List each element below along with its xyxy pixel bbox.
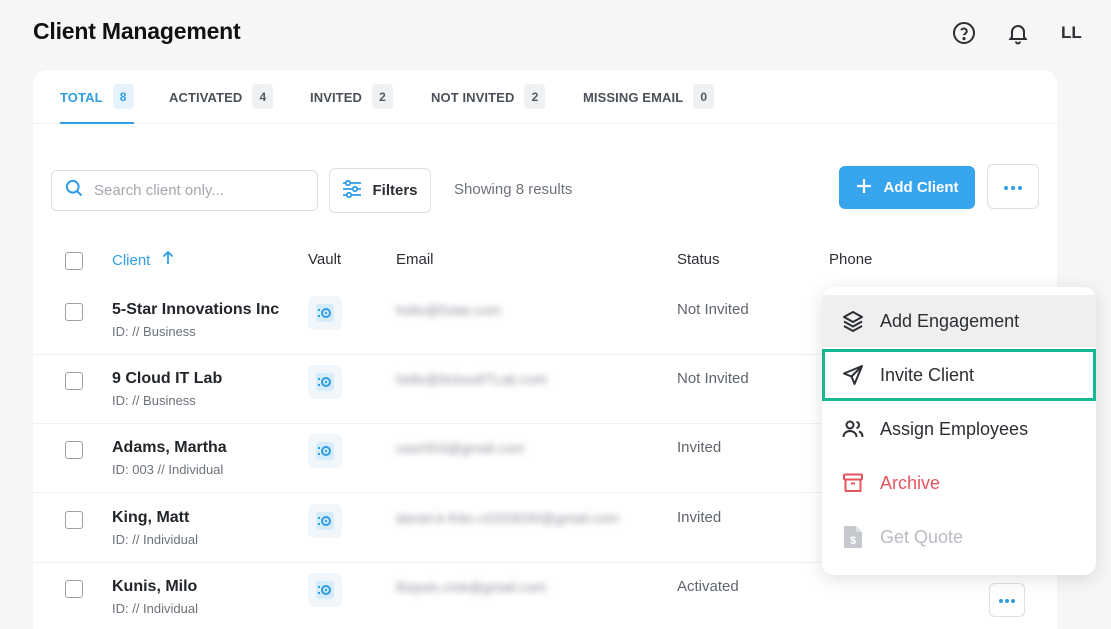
results-count: Showing 8 results bbox=[454, 181, 573, 198]
client-status: Activated bbox=[677, 578, 739, 595]
row-checkbox[interactable] bbox=[65, 372, 83, 390]
column-header-vault[interactable]: Vault bbox=[308, 251, 341, 268]
vault-icon[interactable] bbox=[308, 365, 342, 399]
client-status: Not Invited bbox=[677, 301, 749, 318]
notifications-bell-icon[interactable] bbox=[1005, 20, 1031, 46]
plus-icon bbox=[856, 178, 872, 198]
row-more-options-button[interactable] bbox=[989, 583, 1025, 617]
client-email: user003@gmail.com bbox=[396, 440, 525, 456]
client-name[interactable]: 5-Star Innovations Inc bbox=[112, 301, 279, 319]
menu-item-get-quote: $ Get Quote bbox=[822, 511, 1096, 563]
user-avatar[interactable]: LL bbox=[1061, 23, 1082, 43]
add-client-button[interactable]: Add Client bbox=[839, 166, 975, 209]
vault-icon[interactable] bbox=[308, 504, 342, 538]
tab-count-badge: 2 bbox=[371, 84, 393, 109]
search-icon bbox=[64, 178, 84, 203]
tab-label: INVITED bbox=[310, 90, 362, 105]
client-id-type: ID: // Individual bbox=[112, 532, 198, 547]
menu-item-label: Add Engagement bbox=[880, 310, 1020, 331]
status-tabs: TOTAL 8 ACTIVATED 4 INVITED 2 NOT INVITE… bbox=[33, 70, 1057, 124]
menu-item-label: Archive bbox=[880, 472, 941, 493]
tab-not-invited[interactable]: NOT INVITED 2 bbox=[431, 84, 546, 124]
page-title: Client Management bbox=[33, 18, 241, 44]
client-status: Invited bbox=[677, 509, 722, 526]
menu-item-label: Get Quote bbox=[880, 526, 964, 547]
client-id-type: ID: 003 // Individual bbox=[112, 462, 224, 477]
select-all-checkbox[interactable] bbox=[65, 252, 83, 270]
client-id-type: ID: // Individual bbox=[112, 601, 198, 616]
more-options-button[interactable] bbox=[987, 164, 1039, 209]
vault-icon[interactable] bbox=[308, 573, 342, 607]
tab-label: NOT INVITED bbox=[431, 90, 515, 105]
more-horizontal-icon bbox=[1003, 178, 1023, 196]
tab-label: ACTIVATED bbox=[169, 90, 243, 105]
layers-icon bbox=[840, 308, 866, 334]
menu-item-label: Assign Employees bbox=[880, 418, 1029, 439]
client-status: Not Invited bbox=[677, 370, 749, 387]
tab-missing-email[interactable]: MISSING EMAIL 0 bbox=[583, 84, 715, 124]
menu-item-add-engagement[interactable]: Add Engagement bbox=[822, 295, 1096, 347]
header-actions: LL bbox=[951, 14, 1111, 52]
users-icon bbox=[840, 416, 866, 442]
client-email: hello@9cloudITLab.com bbox=[396, 371, 548, 387]
column-header-email[interactable]: Email bbox=[396, 251, 434, 268]
row-checkbox[interactable] bbox=[65, 441, 83, 459]
menu-item-assign-employees[interactable]: Assign Employees bbox=[822, 403, 1096, 455]
more-horizontal-icon bbox=[998, 591, 1016, 609]
row-checkbox[interactable] bbox=[65, 303, 83, 321]
tab-activated[interactable]: ACTIVATED 4 bbox=[169, 84, 274, 124]
client-email: hello@5star.com bbox=[396, 302, 501, 318]
column-header-status[interactable]: Status bbox=[677, 251, 720, 268]
vault-icon[interactable] bbox=[308, 434, 342, 468]
client-name[interactable]: 9 Cloud IT Lab bbox=[112, 370, 222, 388]
archive-icon bbox=[840, 470, 866, 496]
client-email: daniel.k-fnkc-c0203030@gmail.com bbox=[396, 510, 619, 526]
send-icon bbox=[840, 362, 866, 388]
row-checkbox[interactable] bbox=[65, 580, 83, 598]
sliders-icon bbox=[342, 179, 362, 202]
help-icon[interactable] bbox=[951, 20, 977, 46]
tab-total[interactable]: TOTAL 8 bbox=[60, 84, 134, 124]
tab-count-badge: 0 bbox=[693, 84, 715, 109]
quote-document-icon: $ bbox=[840, 524, 866, 550]
client-name[interactable]: King, Matt bbox=[112, 509, 189, 527]
vault-icon[interactable] bbox=[308, 296, 342, 330]
client-name[interactable]: Adams, Martha bbox=[112, 439, 227, 457]
column-header-phone[interactable]: Phone bbox=[829, 251, 872, 268]
column-header-label: Client bbox=[112, 251, 151, 269]
menu-item-invite-client[interactable]: Invite Client bbox=[822, 349, 1096, 401]
menu-item-label: Invite Client bbox=[880, 364, 975, 385]
tab-count-badge: 2 bbox=[524, 84, 546, 109]
column-header-client[interactable]: Client bbox=[112, 250, 174, 269]
tab-count-badge: 8 bbox=[112, 84, 134, 109]
tab-invited[interactable]: INVITED 2 bbox=[310, 84, 393, 124]
client-id-type: ID: // Business bbox=[112, 324, 196, 339]
client-name[interactable]: Kunis, Milo bbox=[112, 578, 197, 596]
svg-text:$: $ bbox=[850, 535, 856, 547]
filters-label: Filters bbox=[372, 182, 418, 199]
search-input[interactable] bbox=[94, 182, 304, 199]
client-status: Invited bbox=[677, 439, 722, 456]
row-checkbox[interactable] bbox=[65, 511, 83, 529]
sort-arrow-up-icon bbox=[162, 250, 174, 269]
tab-count-badge: 4 bbox=[252, 84, 274, 109]
client-id-type: ID: // Business bbox=[112, 393, 196, 408]
client-email: filzpols.cmk@gmail.com bbox=[396, 579, 547, 595]
tab-label: MISSING EMAIL bbox=[583, 90, 684, 105]
add-client-label: Add Client bbox=[883, 179, 959, 196]
tab-label: TOTAL bbox=[60, 90, 103, 105]
search-box bbox=[51, 170, 318, 211]
filters-button[interactable]: Filters bbox=[329, 168, 431, 213]
menu-item-archive[interactable]: Archive bbox=[822, 457, 1096, 509]
row-actions-menu: Add Engagement Invite Client Assign Empl… bbox=[822, 287, 1096, 575]
